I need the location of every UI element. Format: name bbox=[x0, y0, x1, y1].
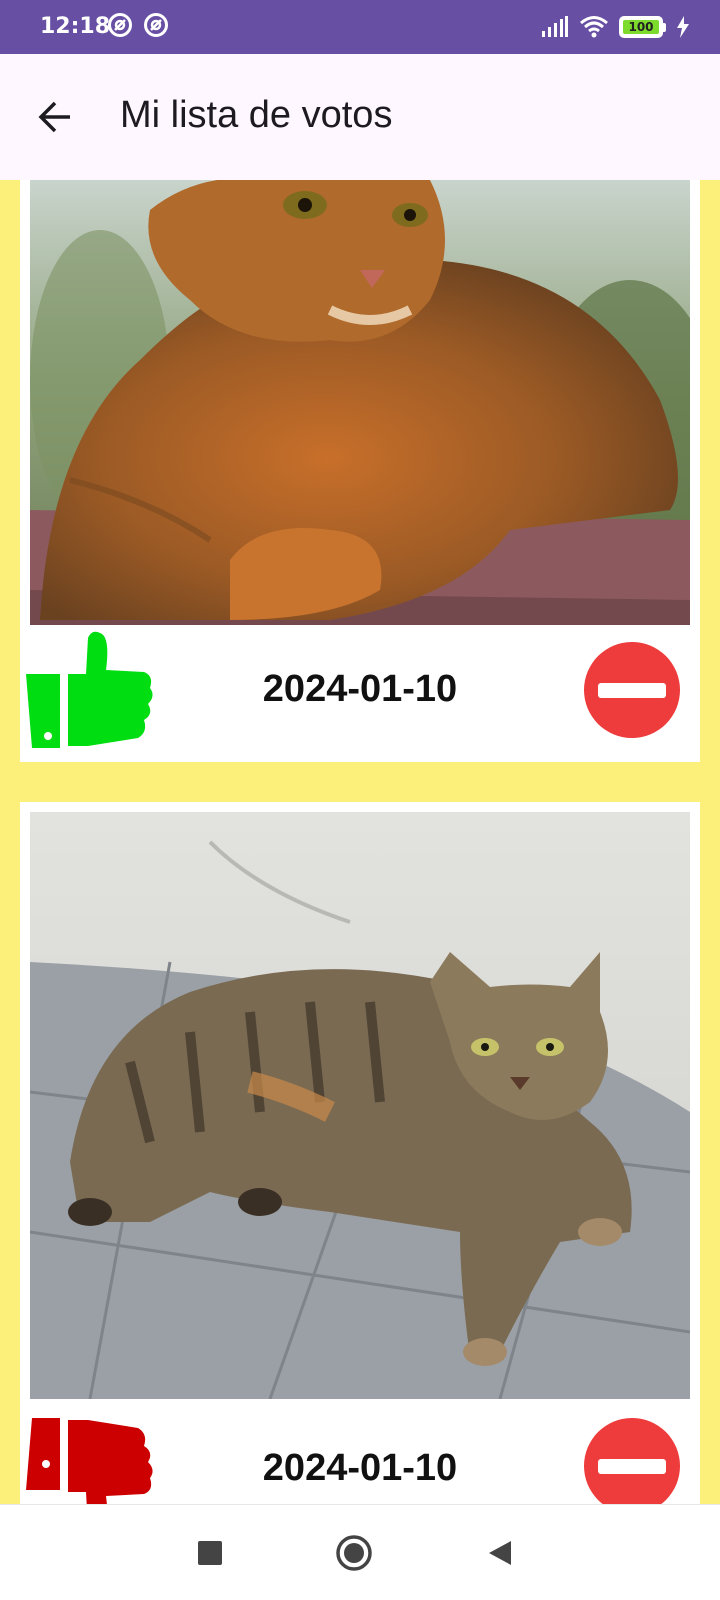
back-button[interactable] bbox=[28, 90, 82, 144]
battery-level: 100 bbox=[623, 20, 659, 34]
remove-circle-icon[interactable] bbox=[582, 640, 682, 740]
cat-image bbox=[30, 180, 690, 625]
status-bar: 12:18 100 bbox=[0, 0, 720, 54]
vote-card: 2024-01-10 bbox=[20, 180, 700, 762]
page-title: Mi lista de votos bbox=[120, 94, 393, 136]
vote-row: 2024-01-10 bbox=[20, 1402, 700, 1504]
app-notification-icon bbox=[108, 13, 132, 37]
remove-circle-icon[interactable] bbox=[582, 1416, 682, 1504]
back-triangle-icon bbox=[489, 1541, 511, 1565]
signal-icon bbox=[542, 16, 568, 37]
cat-photo bbox=[30, 812, 690, 1399]
votes-list[interactable]: 2024-01-10 2024-01-10 bbox=[0, 180, 720, 1504]
app-bar: Mi lista de votos bbox=[0, 54, 720, 180]
vote-card: 2024-01-10 bbox=[20, 802, 700, 1504]
wifi-icon bbox=[580, 16, 608, 38]
cat-photo bbox=[30, 180, 690, 625]
recents-button[interactable] bbox=[190, 1533, 230, 1573]
charging-icon bbox=[677, 16, 689, 38]
navigation-bar bbox=[0, 1504, 720, 1600]
status-icons: 100 bbox=[541, 12, 690, 42]
vote-row: 2024-01-10 bbox=[20, 628, 700, 758]
home-button[interactable] bbox=[332, 1531, 376, 1575]
status-time: 12:18 bbox=[40, 14, 111, 39]
battery-icon: 100 bbox=[619, 16, 666, 38]
recents-square-icon bbox=[198, 1541, 222, 1565]
arrow-back-icon bbox=[38, 101, 70, 133]
home-circle-icon bbox=[336, 1535, 372, 1571]
app-notification-icon bbox=[144, 13, 168, 37]
cat-image bbox=[30, 812, 690, 1399]
back-nav-button[interactable] bbox=[480, 1533, 520, 1573]
